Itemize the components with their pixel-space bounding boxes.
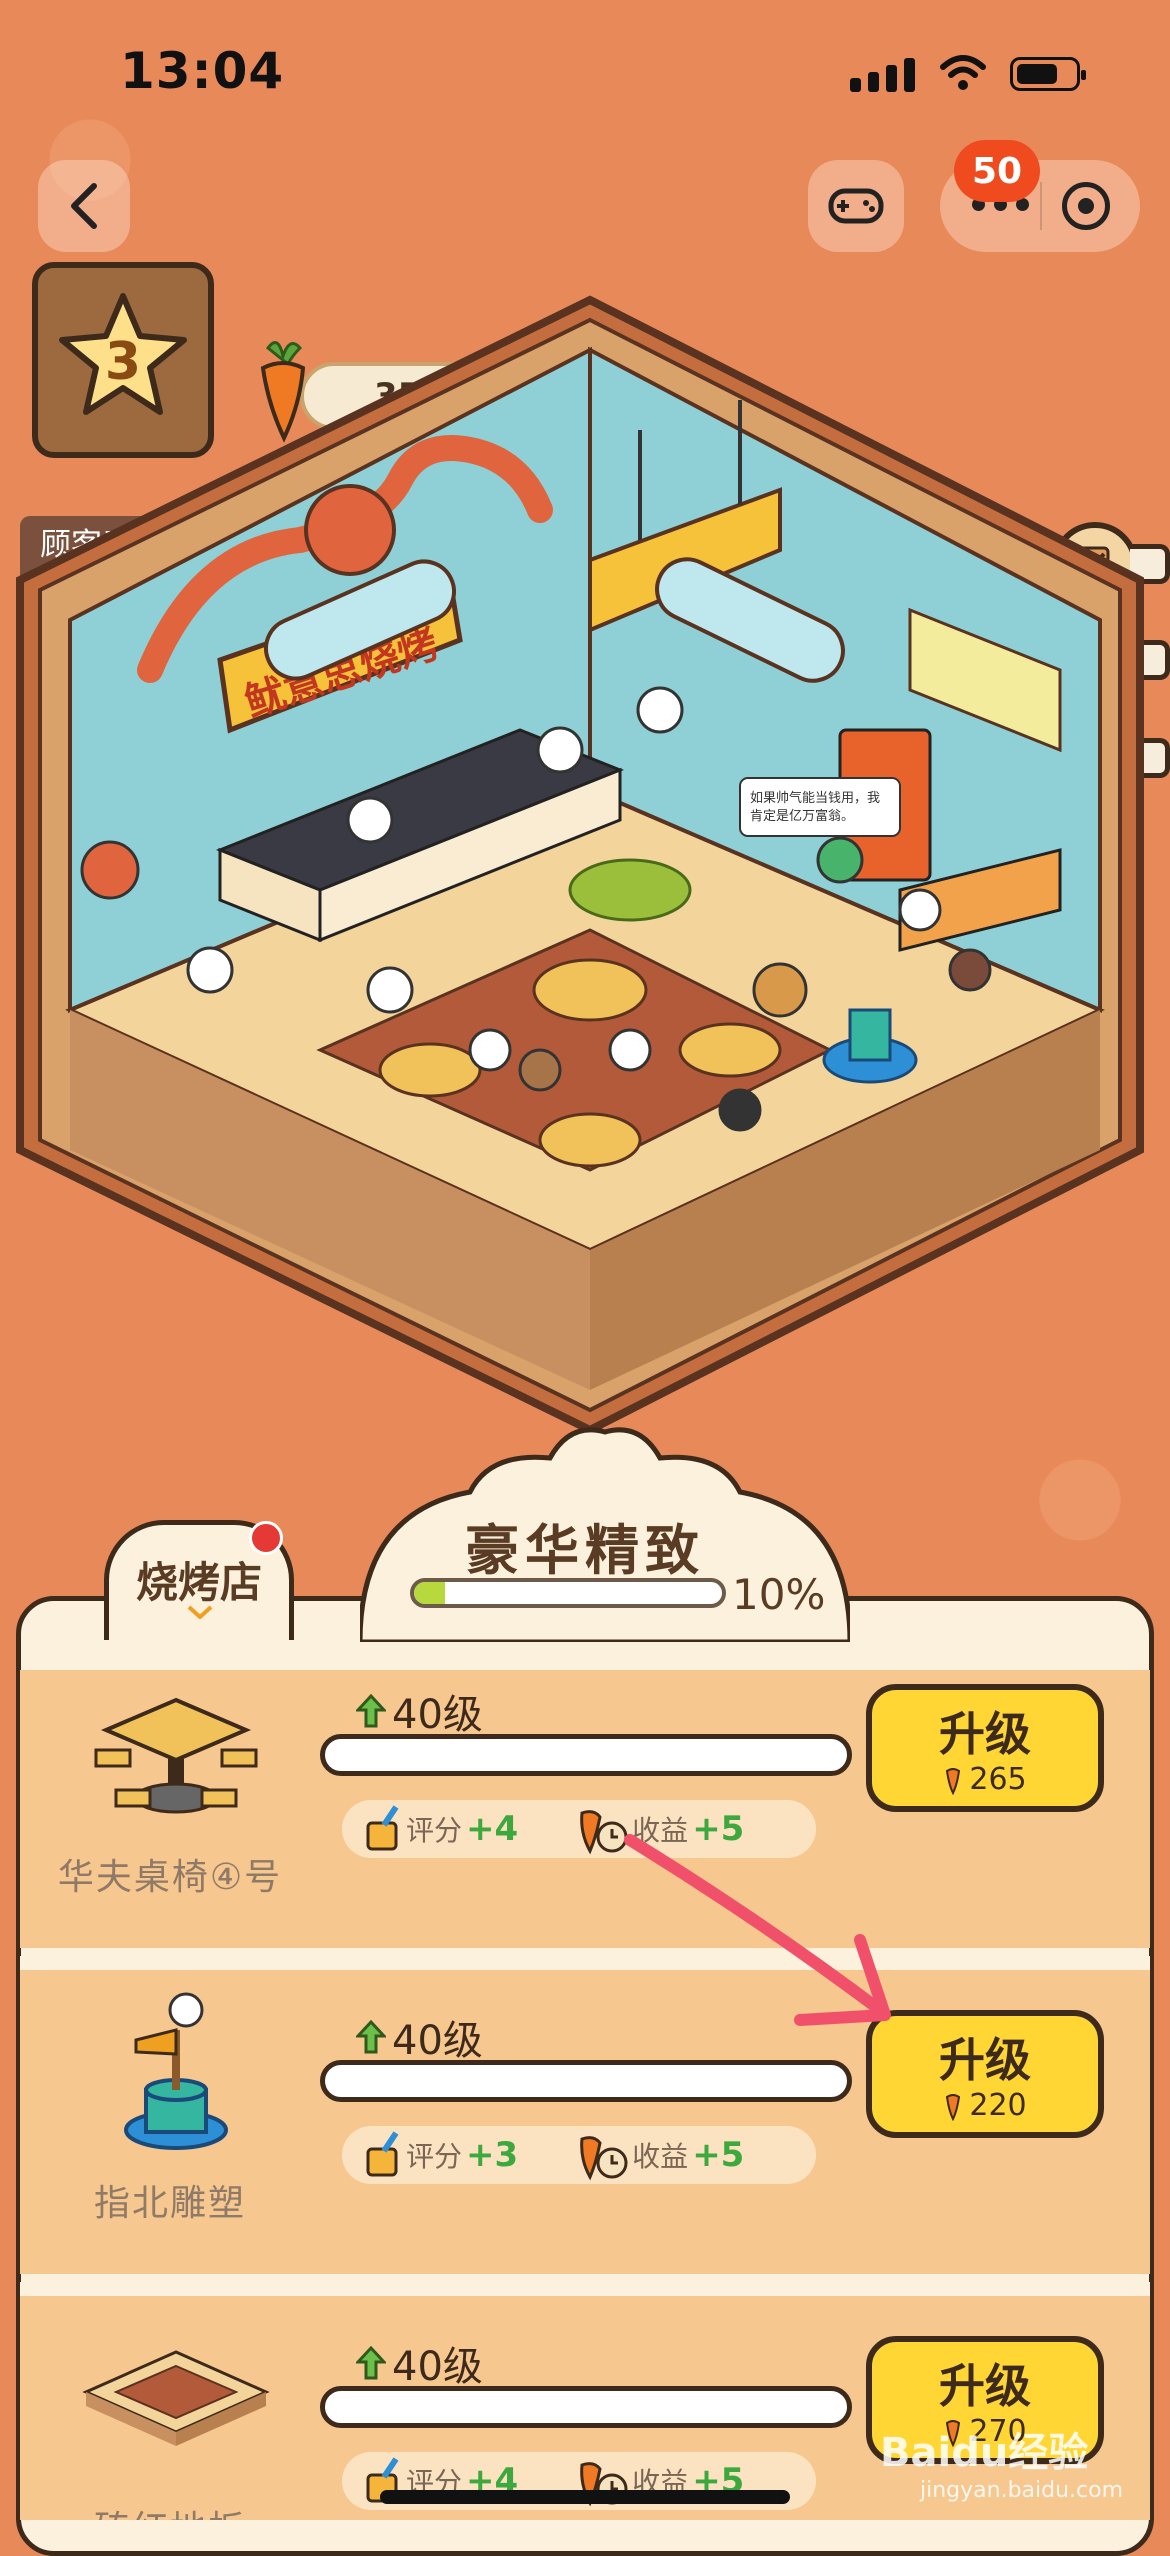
style-title: 豪华精致 <box>465 1519 705 1582</box>
upgrade-button-label: 升级 <box>939 1707 1031 1761</box>
watermark-url: jingyan.baidu.com <box>920 2478 1124 2503</box>
style-progress-bar <box>410 1578 726 1608</box>
upgrade-cost-value: 220 <box>969 2088 1027 2123</box>
waffle-table-icon <box>94 1697 258 1814</box>
chevron-left-icon <box>71 183 97 229</box>
home-indicator[interactable] <box>380 2490 790 2504</box>
style-progress-fill <box>414 1582 445 1604</box>
gamepad-icon <box>828 188 884 224</box>
item-name: 指北雕塑 <box>93 2183 246 2224</box>
item-level-bar <box>320 1734 852 1776</box>
item-name: 砖红地板 <box>20 2500 320 2520</box>
signal-icon <box>850 58 915 92</box>
item-level: 40级 <box>356 2008 483 2066</box>
item-level-text: 40级 <box>392 1692 483 1738</box>
item-level-text: 40级 <box>392 2018 483 2064</box>
chevron-down-icon <box>187 1605 213 1619</box>
status-bar: 13:04 <box>0 0 1170 150</box>
income-label: 收益 <box>632 2140 689 2173</box>
close-target-icon[interactable] <box>1062 182 1110 230</box>
notification-badge: 50 <box>954 140 1040 202</box>
game-center-button[interactable] <box>808 160 904 252</box>
wifi-icon <box>940 55 986 90</box>
watermark: Baidu经验 jingyan.baidu.com <box>880 2420 1123 2503</box>
spatula-icon <box>366 2131 399 2177</box>
item-level: 40级 <box>356 2334 483 2392</box>
item-level-text: 40级 <box>392 2344 483 2390</box>
spatula-icon <box>366 1805 399 1851</box>
compass-statue-icon <box>124 1992 228 2150</box>
upgrade-cost: 220 <box>872 2088 1098 2123</box>
upgrade-cost: 265 <box>872 1762 1098 1797</box>
item-name: 华夫桌椅④号 <box>57 1857 283 1898</box>
tab-bbq-shop-label: 烧烤店 <box>135 1558 262 1607</box>
upgrade-list[interactable]: 华夫桌椅④号 40级 评分 +4 收益 +5 升级 265 指北雕塑 40级 评… <box>20 1670 1150 2520</box>
level-up-arrow-icon <box>356 2020 386 2054</box>
annotation-arrow-icon <box>624 1834 891 2026</box>
carrot-icon <box>946 1767 961 1795</box>
list-item: 华夫桌椅④号 40级 评分 +4 收益 +5 升级 265 <box>20 1670 1150 1948</box>
tab-bbq-shop[interactable]: 烧烤店 <box>104 1520 294 1640</box>
red-brick-floor-icon <box>82 2350 270 2446</box>
carrot-clock-icon <box>580 2136 628 2181</box>
rating-label: 评分 <box>406 2140 463 2173</box>
upgrade-button-label: 升级 <box>939 2359 1031 2413</box>
upgrade-cost-value: 265 <box>969 1762 1027 1797</box>
battery-icon <box>1010 57 1086 91</box>
level-up-arrow-icon <box>356 1694 386 1728</box>
item-level-bar <box>320 2060 852 2102</box>
rating-value: +4 <box>466 1809 519 1849</box>
red-dot-indicator <box>249 1521 283 1555</box>
upgrade-button[interactable]: 升级 265 <box>866 1684 1104 1812</box>
item-level: 40级 <box>356 1682 483 1740</box>
income-value: +5 <box>692 2135 745 2175</box>
carrot-icon <box>946 2093 961 2121</box>
item-level-bar <box>320 2386 852 2428</box>
level-up-arrow-icon <box>356 2346 386 2380</box>
restaurant-scene[interactable]: 鱿意思烧烤 如果帅气能当钱用，我 肯定是亿万富翁。 <box>0 290 1170 1430</box>
watermark-brand: Baidu经验 <box>880 2430 1089 2476</box>
style-progress-text: 10% <box>732 1570 826 1619</box>
back-button[interactable] <box>38 160 130 252</box>
list-item: 指北雕塑 40级 评分 +3 收益 +5 升级 220 <box>20 1956 1150 2274</box>
rating-label: 评分 <box>406 1814 463 1847</box>
rating-value: +3 <box>466 2135 519 2175</box>
capsule-divider <box>1040 182 1042 230</box>
status-time: 13:04 <box>120 42 285 100</box>
item-stats: 评分 +3 收益 +5 <box>342 2126 816 2184</box>
